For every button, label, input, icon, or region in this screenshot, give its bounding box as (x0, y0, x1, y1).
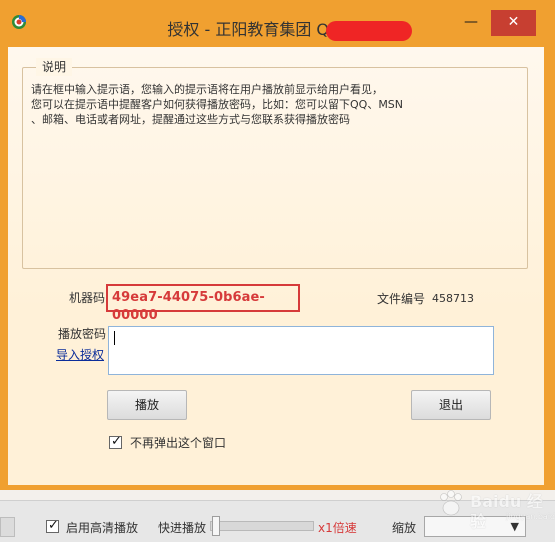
no-popup-label: 不再弹出这个窗口 (130, 436, 227, 450)
machine-code-label: 机器码 (69, 291, 106, 305)
paw-icon (440, 490, 462, 516)
file-number-label: 文件编号 (377, 292, 426, 306)
play-button[interactable]: 播放 (107, 390, 187, 420)
no-popup-checkbox[interactable]: ✓ (109, 434, 122, 449)
description-group: 说明 请在框中输入提示语，您输入的提示语将在用户播放前显示给用户看见， 您可以在… (22, 58, 528, 269)
hd-playback-checkbox[interactable]: ✓ (46, 518, 59, 533)
hd-playback-label: 启用高清播放 (66, 521, 139, 535)
speed-value: x1倍速 (318, 521, 357, 535)
password-input[interactable] (108, 326, 494, 375)
toolbar-edge-button[interactable] (0, 517, 15, 537)
description-group-title: 说明 (36, 58, 73, 76)
description-line: 您可以在提示语中提醒客户如何获得播放密码，比如：您可以留下QQ、MSN (31, 98, 404, 111)
machine-code-value: 49ea7-44075-0b6ae-00000 (112, 290, 265, 323)
redaction-mark (326, 21, 412, 41)
description-text: 请在框中输入提示语，您输入的提示语将在用户播放前显示给用户看见， 您可以在提示语… (31, 82, 521, 127)
auth-window: 授权 - 正阳教育集团 QQ： — ✕ 说明 请在框中输入提示语，您输入的提示语… (0, 0, 555, 490)
text-caret (114, 331, 115, 345)
watermark-url: jingyan.baidu.com (506, 512, 555, 521)
app-logo-icon (12, 15, 26, 29)
speed-slider-track[interactable] (210, 521, 314, 531)
machine-code-box: 49ea7-44075-0b6ae-00000 (106, 284, 300, 323)
baidu-watermark: Baidu 经验 jingyan.baidu.com (430, 482, 555, 531)
minimize-button[interactable]: — (451, 10, 491, 36)
checkmark-icon: ✓ (111, 434, 122, 449)
import-license-link[interactable]: 导入授权 (56, 347, 104, 363)
zoom-label: 缩放 (392, 521, 417, 535)
fast-forward-label: 快进播放 (158, 521, 207, 535)
speed-slider-thumb[interactable] (212, 516, 220, 536)
close-button[interactable]: ✕ (491, 10, 536, 36)
exit-button[interactable]: 退出 (411, 390, 491, 420)
password-label: 播放密码 (58, 327, 107, 341)
dialog-content: 说明 请在框中输入提示语，您输入的提示语将在用户播放前显示给用户看见， 您可以在… (8, 47, 544, 485)
description-line: 请在框中输入提示语，您输入的提示语将在用户播放前显示给用户看见， (31, 83, 383, 96)
description-line: 、邮箱、电话或者网址，提醒通过这些方式与您联系获得播放密码 (31, 113, 350, 126)
title-bar[interactable]: 授权 - 正阳教育集团 QQ： — ✕ (0, 0, 555, 41)
file-number-value: 458713 (432, 292, 474, 305)
checkmark-icon: ✓ (48, 518, 59, 533)
